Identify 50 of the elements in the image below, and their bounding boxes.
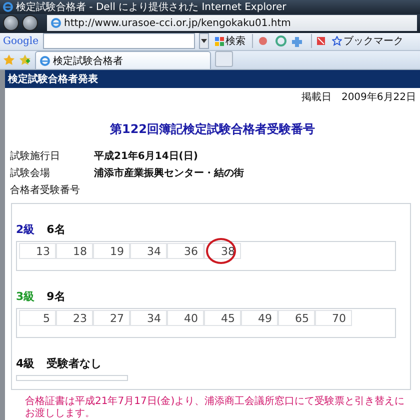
number-cell: 49: [241, 310, 278, 326]
notice-text: 合格証書は平成21年7月17日(金)より、浦添商工会議所窓口にて受験票と引き替えにお渡しします。: [25, 396, 406, 420]
info-value: 浦添市産業振興センター・結の街: [94, 167, 245, 180]
grade-count: 受験者なし: [46, 356, 102, 371]
number-cell: 34: [130, 310, 167, 326]
number-cell: 5: [19, 310, 56, 326]
caret-icon: [200, 39, 207, 44]
info-label: 試験施行日: [10, 150, 61, 163]
grade-count: 6名: [46, 222, 66, 237]
grade-label: 3級: [16, 289, 35, 304]
number-cell: 34: [130, 243, 167, 259]
browser-icon: [40, 56, 50, 66]
star-icon: [332, 36, 342, 46]
toolbar-logo: Google: [3, 36, 39, 47]
address-field[interactable]: http://www.urasoe-cci.or.jp/kengokaku01.htm: [47, 15, 417, 32]
grade-label: 2級: [16, 222, 35, 237]
squares-icon: [214, 36, 224, 46]
info-value: 平成21年6月14日(日): [94, 150, 199, 163]
number-cell: 40: [167, 310, 204, 326]
browser-tab[interactable]: 検定試験合格者: [35, 51, 211, 69]
number-cell: 70: [315, 310, 352, 326]
add-favorite-icon[interactable]: [19, 54, 31, 66]
dropdown-button[interactable]: [198, 33, 209, 50]
number-cell: 27: [93, 310, 130, 326]
search-button[interactable]: 検索: [212, 34, 248, 48]
info-label: 合格者受験番号: [10, 184, 80, 197]
blocked-icon[interactable]: [316, 36, 326, 46]
posted-date: 2009年6月22日: [341, 91, 416, 104]
back-button[interactable]: [3, 15, 19, 32]
number-cell: 65: [278, 310, 315, 326]
grade-label: 4級: [16, 356, 35, 371]
number-cell: 23: [56, 310, 93, 326]
window-title: 検定試験合格者 - Dell により提供された Internet Explorer: [16, 0, 286, 14]
browser-icon: [3, 2, 13, 12]
info-label: 試験会場: [10, 167, 51, 180]
number-cell: 13: [19, 243, 56, 259]
forward-button[interactable]: [22, 15, 38, 32]
number-cell: 18: [56, 243, 93, 259]
number-cell: 45: [204, 310, 241, 326]
grade-count: 9名: [46, 289, 66, 304]
browser-icon: [51, 18, 61, 28]
new-tab-button[interactable]: [215, 51, 233, 67]
posted-label: 掲載日: [301, 91, 332, 104]
favorites-star-icon[interactable]: [3, 54, 15, 66]
bookmarks-button[interactable]: ブックマーク: [330, 34, 406, 48]
number-cell: 36: [167, 243, 204, 259]
page-heading: 第122回簿記検定試験合格者受験番号: [108, 121, 316, 138]
page-header: 検定試験合格者発表: [5, 70, 420, 88]
number-cell: 19: [93, 243, 130, 259]
search-field[interactable]: [42, 33, 195, 50]
